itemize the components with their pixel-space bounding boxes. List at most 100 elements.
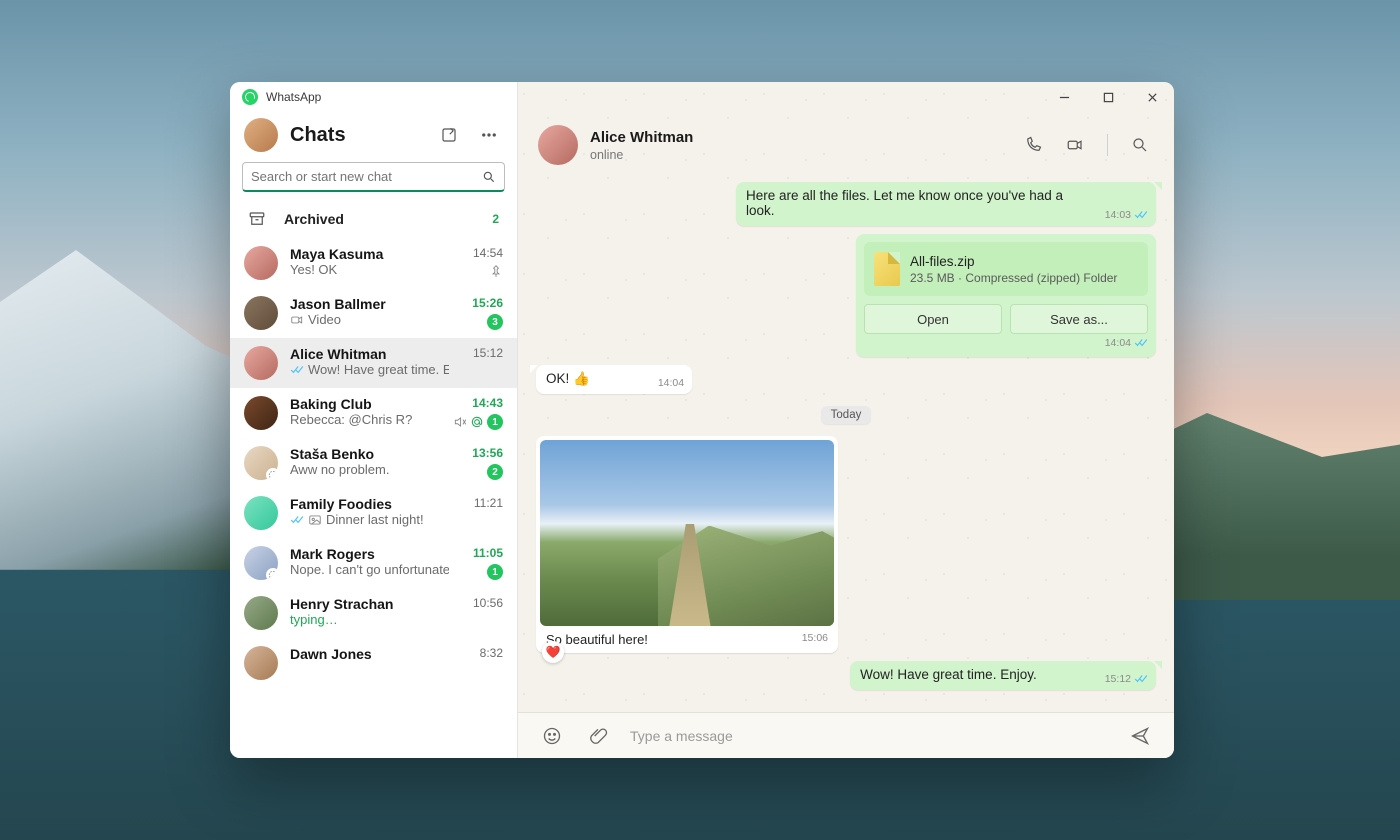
chat-item-family-foodies[interactable]: Family Foodies Dinner last night! 11:21: [230, 488, 517, 538]
conversation-header[interactable]: Alice Whitman online: [518, 112, 1174, 178]
message-time: 15:06: [802, 632, 828, 647]
chat-name: Mark Rogers: [290, 546, 449, 562]
archive-icon: [248, 210, 266, 228]
avatar: [244, 546, 278, 580]
chat-time: 15:12: [473, 346, 503, 360]
mention-icon: [470, 415, 484, 429]
file-save-button[interactable]: Save as...: [1010, 304, 1148, 334]
contact-status: online: [590, 148, 693, 162]
chat-preview: typing…: [290, 612, 449, 627]
message-time: 14:03: [1105, 209, 1148, 221]
new-chat-button[interactable]: [435, 121, 463, 149]
sidebar: WhatsApp Chats Archived 2: [230, 82, 518, 758]
whatsapp-logo-icon: [242, 89, 258, 105]
chat-list[interactable]: Maya Kasuma Yes! OK 14:54 Jason Ballmer …: [230, 238, 517, 758]
chat-time: 10:56: [473, 596, 503, 610]
my-avatar[interactable]: [244, 118, 278, 152]
attach-button[interactable]: [584, 722, 612, 750]
emoji-button[interactable]: [538, 722, 566, 750]
maximize-button[interactable]: [1086, 82, 1130, 112]
composer-input[interactable]: Type a message: [630, 728, 1108, 744]
archived-label: Archived: [284, 211, 344, 227]
unread-badge: 1: [487, 414, 503, 430]
muted-icon: [453, 415, 467, 429]
message-list[interactable]: Here are all the files. Let me know once…: [518, 178, 1174, 712]
chat-time: 13:56: [472, 446, 503, 460]
video-icon: [290, 313, 304, 327]
chat-name: Baking Club: [290, 396, 441, 412]
message-time: 14:04: [658, 377, 684, 389]
contact-avatar[interactable]: [538, 125, 578, 165]
window-controls: [1042, 82, 1174, 112]
status-ring-icon: [266, 568, 278, 580]
more-menu-button[interactable]: [475, 121, 503, 149]
app-title: WhatsApp: [266, 90, 321, 104]
read-ticks-icon: [290, 513, 304, 527]
message-text: OK! 👍: [546, 371, 650, 386]
message-out[interactable]: Wow! Have great time. Enjoy. 15:12: [850, 661, 1156, 690]
message-in[interactable]: OK! 👍 14:04: [536, 365, 692, 394]
archived-count: 2: [492, 212, 499, 226]
chat-time: 14:54: [473, 246, 503, 260]
chat-name: Jason Ballmer: [290, 296, 449, 312]
message-text: Wow! Have great time. Enjoy.: [860, 667, 1097, 682]
read-ticks-icon: [1134, 338, 1148, 348]
conversation-pane: Alice Whitman online Here are all the fi…: [518, 82, 1174, 758]
photo-thumbnail[interactable]: [540, 440, 834, 626]
divider: [1107, 134, 1108, 156]
avatar: [244, 646, 278, 680]
file-open-button[interactable]: Open: [864, 304, 1002, 334]
chat-item-baking-club[interactable]: Baking Club Rebecca: @Chris R? 14:43 1: [230, 388, 517, 438]
search-in-chat-button[interactable]: [1126, 131, 1154, 159]
chat-preview: Video: [290, 312, 449, 327]
zip-file-icon: [874, 252, 900, 286]
chat-item-alice[interactable]: Alice Whitman Wow! Have great time. Enjo…: [230, 338, 517, 388]
chat-time: 11:05: [473, 546, 503, 560]
message-composer: Type a message: [518, 712, 1174, 758]
chat-time: 8:32: [480, 646, 503, 660]
file-name: All-files.zip: [910, 254, 1117, 269]
search-icon: [482, 170, 496, 184]
file-meta: 23.5 MB · Compressed (zipped) Folder: [910, 271, 1117, 285]
chat-item-jason[interactable]: Jason Ballmer Video 15:26 3: [230, 288, 517, 338]
chats-title: Chats: [290, 124, 423, 147]
avatar: [244, 396, 278, 430]
chat-item-henry[interactable]: Henry Strachan typing… 10:56: [230, 588, 517, 638]
minimize-button[interactable]: [1042, 82, 1086, 112]
avatar: [244, 346, 278, 380]
chat-item-dawn[interactable]: Dawn Jones 8:32: [230, 638, 517, 688]
message-out[interactable]: Here are all the files. Let me know once…: [736, 182, 1156, 226]
chat-preview: Aww no problem.: [290, 462, 449, 477]
chats-header: Chats: [230, 112, 517, 162]
message-file-attachment[interactable]: All-files.zip 23.5 MB · Compressed (zipp…: [856, 234, 1156, 357]
chat-name: Henry Strachan: [290, 596, 449, 612]
voice-call-button[interactable]: [1019, 131, 1047, 159]
chat-preview: Wow! Have great time. Enjoy.: [290, 362, 449, 377]
chat-preview: Yes! OK: [290, 262, 449, 277]
contact-name: Alice Whitman: [590, 129, 693, 146]
search-field[interactable]: [251, 169, 476, 184]
read-ticks-icon: [1134, 674, 1148, 684]
read-ticks-icon: [290, 363, 304, 377]
message-time: 14:04: [864, 337, 1148, 349]
send-button[interactable]: [1126, 722, 1154, 750]
archived-row[interactable]: Archived 2: [230, 200, 517, 238]
search-input[interactable]: [242, 162, 505, 192]
close-button[interactable]: [1130, 82, 1174, 112]
whatsapp-window: WhatsApp Chats Archived 2: [230, 82, 1174, 758]
message-photo[interactable]: So beautiful here! 15:06 ❤️: [536, 436, 838, 653]
chat-item-mark[interactable]: Mark Rogers Nope. I can't go unfortunate…: [230, 538, 517, 588]
message-text: Here are all the files. Let me know once…: [746, 188, 1063, 218]
chat-item-stasa[interactable]: Staša Benko Aww no problem. 13:56 2: [230, 438, 517, 488]
reaction-heart-icon[interactable]: ❤️: [542, 641, 564, 663]
chat-preview: Nope. I can't go unfortunately.: [290, 562, 449, 577]
pin-icon: [489, 264, 503, 278]
video-call-button[interactable]: [1061, 131, 1089, 159]
chat-item-maya[interactable]: Maya Kasuma Yes! OK 14:54: [230, 238, 517, 288]
chat-name: Alice Whitman: [290, 346, 449, 362]
titlebar: WhatsApp: [230, 82, 517, 112]
status-ring-icon: [266, 468, 278, 480]
chat-name: Dawn Jones: [290, 646, 449, 662]
chat-preview: Rebecca: @Chris R?: [290, 412, 441, 427]
message-time: 15:12: [1105, 673, 1148, 685]
